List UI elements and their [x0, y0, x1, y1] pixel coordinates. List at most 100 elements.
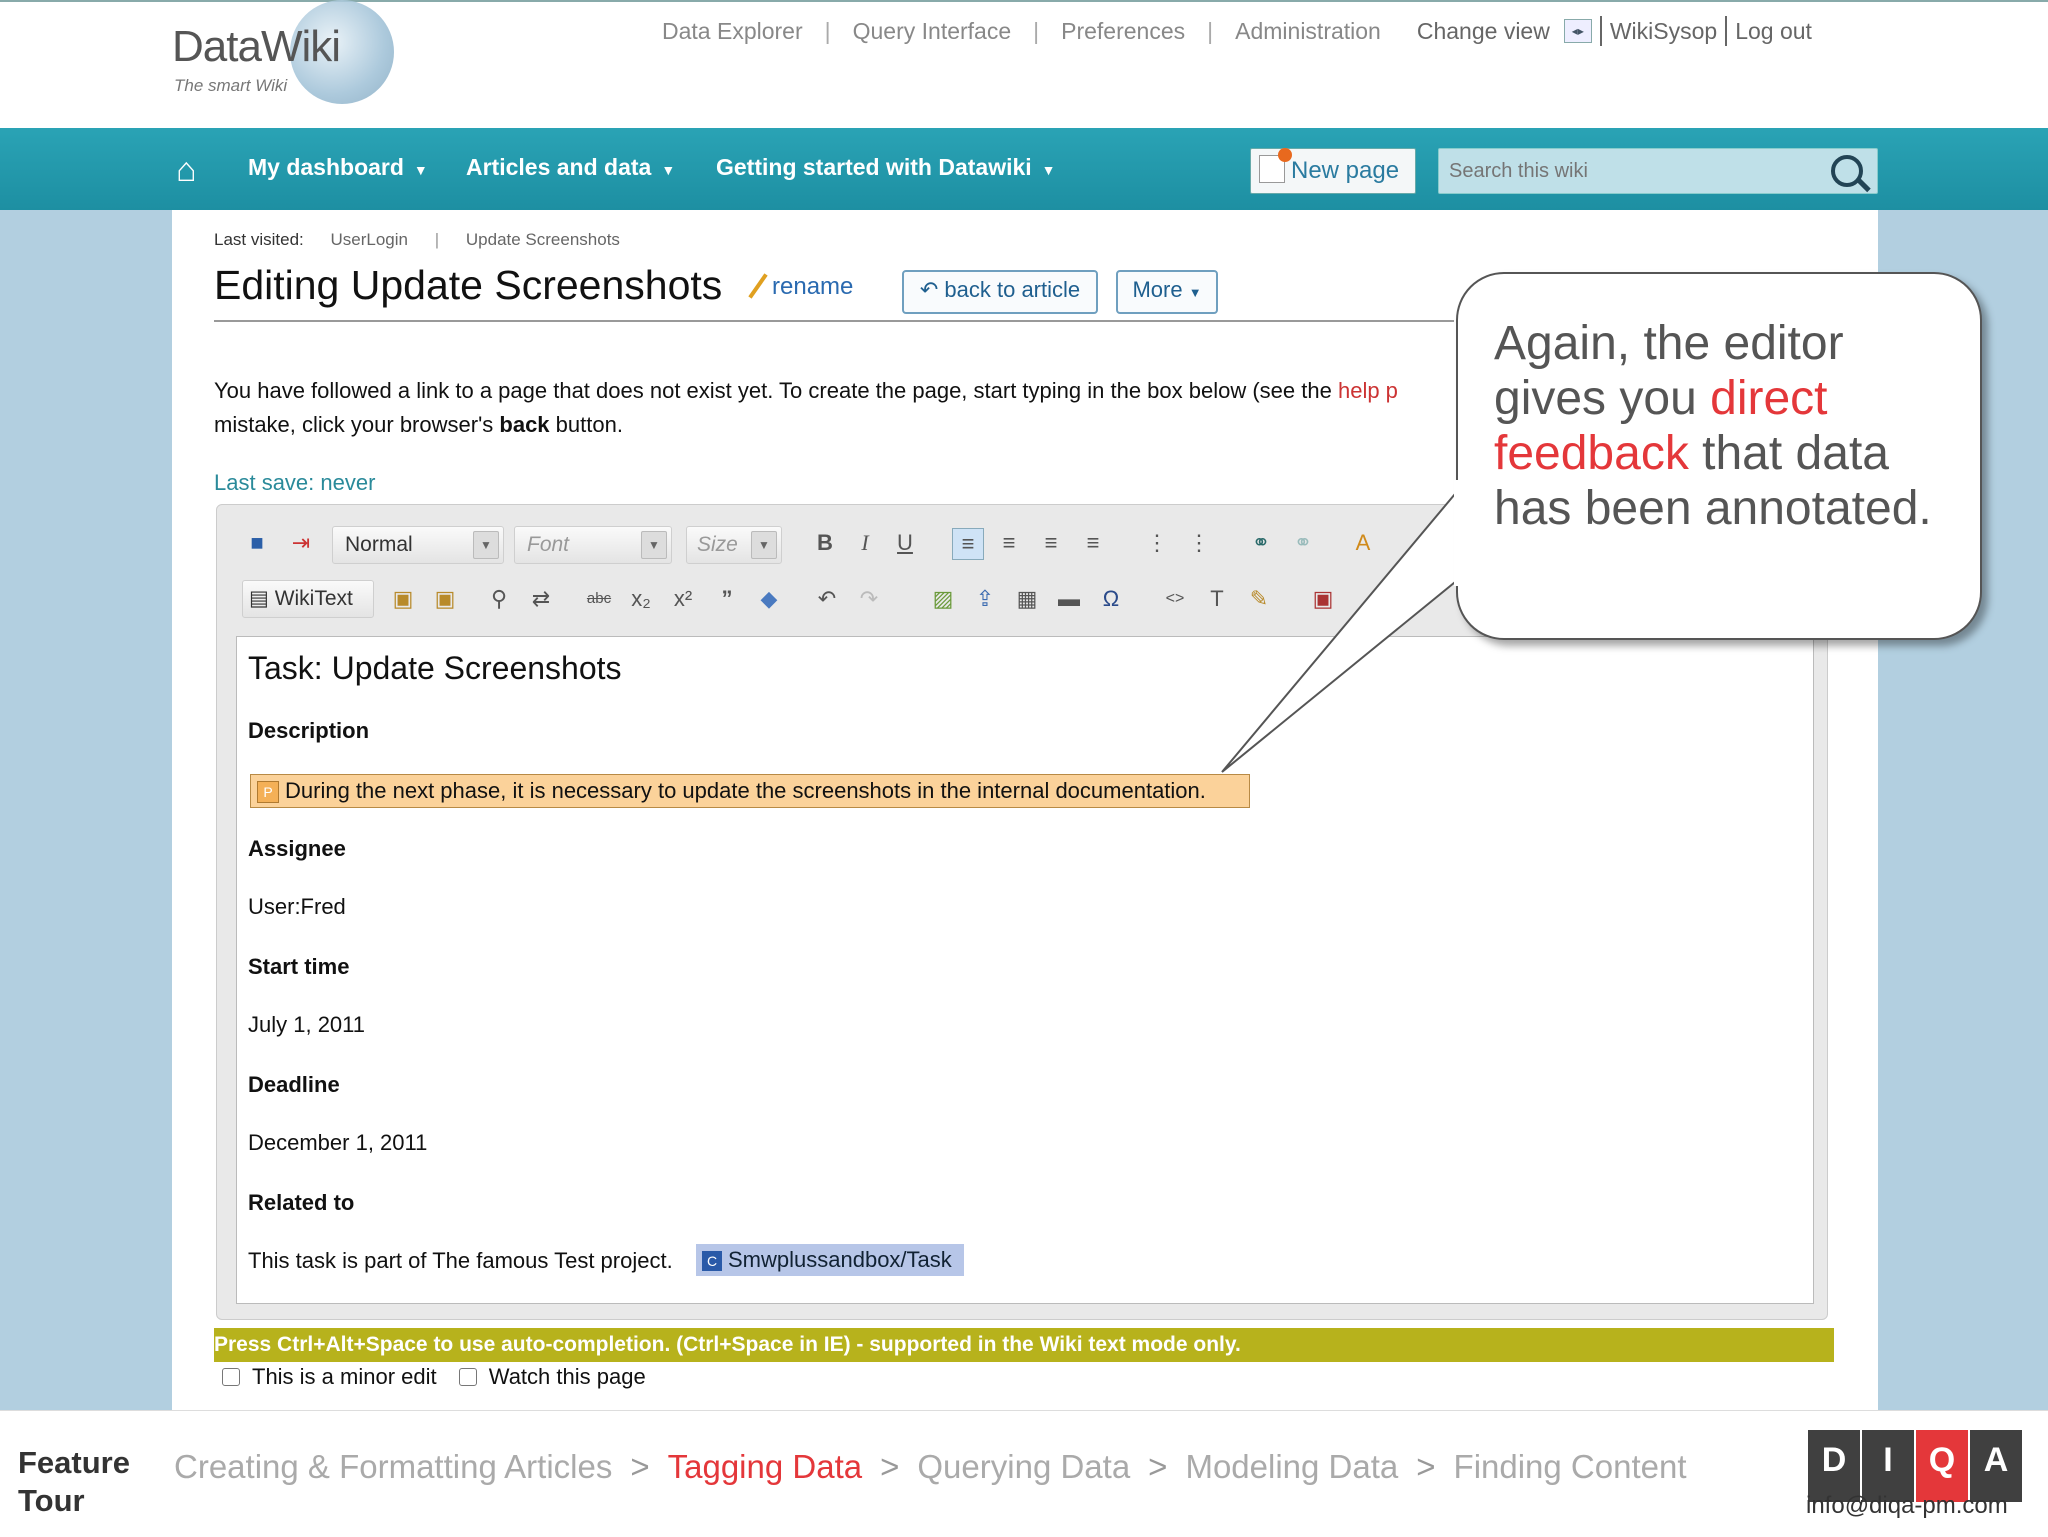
separator: | — [1207, 17, 1214, 44]
change-view-icon[interactable]: ◂▸ — [1563, 19, 1592, 43]
italic-icon[interactable]: I — [850, 528, 880, 558]
search-input[interactable] — [1447, 155, 1821, 187]
intro-text-1: You have followed a link to a page that … — [214, 378, 1338, 403]
undo-icon[interactable]: ↶ — [812, 584, 842, 614]
search-icon[interactable] — [1831, 155, 1863, 187]
chevron-right-icon: > — [880, 1448, 900, 1485]
subscript-icon[interactable]: x₂ — [626, 584, 656, 614]
save-icon[interactable]: ■ — [242, 528, 272, 558]
horizontal-rule-icon[interactable]: ▬ — [1054, 584, 1084, 614]
breadcrumb-link-userlogin[interactable]: UserLogin — [331, 230, 409, 249]
top-navigation: Data Explorer | Query Interface | Prefer… — [662, 14, 1812, 48]
field-value-assignee: User:Fred — [248, 894, 346, 919]
font-value: Font — [527, 533, 570, 556]
link-query-interface[interactable]: Query Interface — [853, 18, 1012, 45]
format-select[interactable]: Normal ▼ — [332, 526, 504, 564]
intro-text: You have followed a link to a page that … — [214, 374, 1454, 442]
image-icon[interactable]: ▨ — [928, 584, 958, 614]
tour-step[interactable]: Creating & Formatting Articles — [174, 1448, 612, 1485]
new-page-button[interactable]: New page — [1250, 148, 1416, 194]
intro-text-3: button. — [549, 412, 623, 437]
breadcrumb: Last visited: UserLogin | Update Screens… — [214, 230, 620, 250]
annotation-icon[interactable]: ▣ — [1308, 584, 1338, 614]
tour-step[interactable]: Querying Data — [917, 1448, 1130, 1485]
blockquote-icon[interactable]: ” — [712, 584, 742, 614]
justify-icon[interactable]: ≡ — [1078, 528, 1108, 558]
field-label-deadline: Deadline — [248, 1072, 340, 1097]
upload-icon[interactable]: ⇪ — [970, 584, 1000, 614]
more-button[interactable]: More ▼ — [1116, 270, 1218, 314]
redo-icon[interactable]: ↷ — [854, 584, 884, 614]
size-select[interactable]: Size ▼ — [686, 526, 782, 564]
align-right-icon[interactable]: ≡ — [1036, 528, 1066, 558]
paste-icon[interactable]: ▣ — [388, 584, 418, 614]
special-char-icon[interactable]: Ω — [1096, 584, 1126, 614]
menu-label: Articles and data — [466, 154, 652, 180]
divider — [1725, 16, 1728, 46]
font-select[interactable]: Font ▼ — [514, 526, 672, 564]
wikitext-button[interactable]: ▤ WikiText — [242, 580, 374, 618]
home-icon[interactable]: ⌂ — [176, 150, 216, 190]
tour-step-active[interactable]: Tagging Data — [668, 1448, 862, 1485]
datawiki-logo[interactable]: DataWiki The smart Wiki — [172, 0, 402, 104]
exit-icon[interactable]: ⇥ — [286, 528, 316, 558]
form-icon[interactable]: ✎ — [1244, 584, 1274, 614]
separator: | — [434, 230, 440, 249]
source-icon[interactable]: <> — [1160, 584, 1190, 614]
replace-icon[interactable]: ⇄ — [526, 584, 556, 614]
align-center-icon[interactable]: ≡ — [994, 528, 1024, 558]
property-icon: P — [257, 781, 279, 803]
superscript-icon[interactable]: x² — [668, 584, 698, 614]
link-preferences[interactable]: Preferences — [1061, 18, 1185, 45]
category-annotation[interactable]: C Smwplussandbox/Task — [696, 1244, 964, 1276]
field-value-deadline: December 1, 2011 — [248, 1130, 428, 1155]
chevron-right-icon: > — [1416, 1448, 1436, 1485]
watch-page-checkbox[interactable] — [458, 1368, 477, 1386]
help-link[interactable]: help p — [1338, 378, 1398, 403]
tour-step[interactable]: Finding Content — [1454, 1448, 1687, 1485]
field-label-start-time: Start time — [248, 954, 350, 979]
description-value: During the next phase, it is necessary t… — [285, 778, 1206, 803]
contact-email: info@diqa-pm.com — [1806, 1492, 2008, 1519]
editor-content[interactable] — [236, 636, 1814, 1304]
underline-icon[interactable]: U — [890, 528, 920, 558]
callout-text: Again, the editor gives you direct feedb… — [1494, 316, 1964, 536]
menu-my-dashboard[interactable]: My dashboard ▼ — [248, 154, 428, 181]
breadcrumb-link-update-screenshots[interactable]: Update Screenshots — [466, 230, 620, 249]
menu-articles-and-data[interactable]: Articles and data ▼ — [466, 154, 675, 181]
intro-bold: back — [499, 412, 550, 437]
align-left-icon[interactable]: ≡ — [952, 528, 984, 560]
strikethrough-icon[interactable]: abc — [584, 584, 614, 614]
bulleted-list-icon[interactable]: ⋮ — [1184, 528, 1214, 558]
bold-icon[interactable]: B — [810, 528, 840, 558]
find-icon[interactable]: ⚲ — [484, 584, 514, 614]
link-data-explorer[interactable]: Data Explorer — [662, 18, 803, 45]
logout-link[interactable]: Log out — [1735, 18, 1812, 45]
caret-down-icon: ▼ — [661, 162, 676, 178]
link-administration[interactable]: Administration — [1235, 18, 1381, 45]
minor-edit-checkbox[interactable] — [222, 1368, 240, 1386]
text-color-icon[interactable]: A — [1348, 528, 1378, 558]
tour-step[interactable]: Modeling Data — [1185, 1448, 1398, 1485]
field-label-assignee: Assignee — [248, 836, 346, 861]
chevron-right-icon: > — [1148, 1448, 1168, 1485]
rename-link[interactable]: rename — [748, 272, 853, 301]
last-visited-label: Last visited: — [214, 230, 304, 249]
change-view-link[interactable]: Change view — [1417, 18, 1550, 45]
user-link[interactable]: WikiSysop — [1610, 18, 1717, 45]
table-icon[interactable]: ▦ — [1012, 584, 1042, 614]
menu-getting-started[interactable]: Getting started with Datawiki ▼ — [716, 154, 1056, 181]
document-icon: ▤ — [249, 587, 269, 610]
feature-tour-label: Feature Tour — [18, 1444, 130, 1520]
edit-options: This is a minor edit Watch this page — [222, 1364, 646, 1390]
back-to-article-button[interactable]: ↶ back to article — [902, 270, 1098, 314]
eraser-icon[interactable]: ◆ — [754, 584, 784, 614]
size-value: Size — [697, 533, 738, 556]
paste-word-icon[interactable]: ▣ — [430, 584, 460, 614]
template-icon[interactable]: T — [1202, 584, 1232, 614]
numbered-list-icon[interactable]: ⋮ — [1142, 528, 1172, 558]
property-annotation[interactable]: P During the next phase, it is necessary … — [250, 774, 1250, 808]
link-icon[interactable]: ⚭ — [1246, 528, 1276, 558]
wikitext-label: WikiText — [274, 587, 353, 610]
unlink-icon[interactable]: ⚭ — [1288, 528, 1318, 558]
